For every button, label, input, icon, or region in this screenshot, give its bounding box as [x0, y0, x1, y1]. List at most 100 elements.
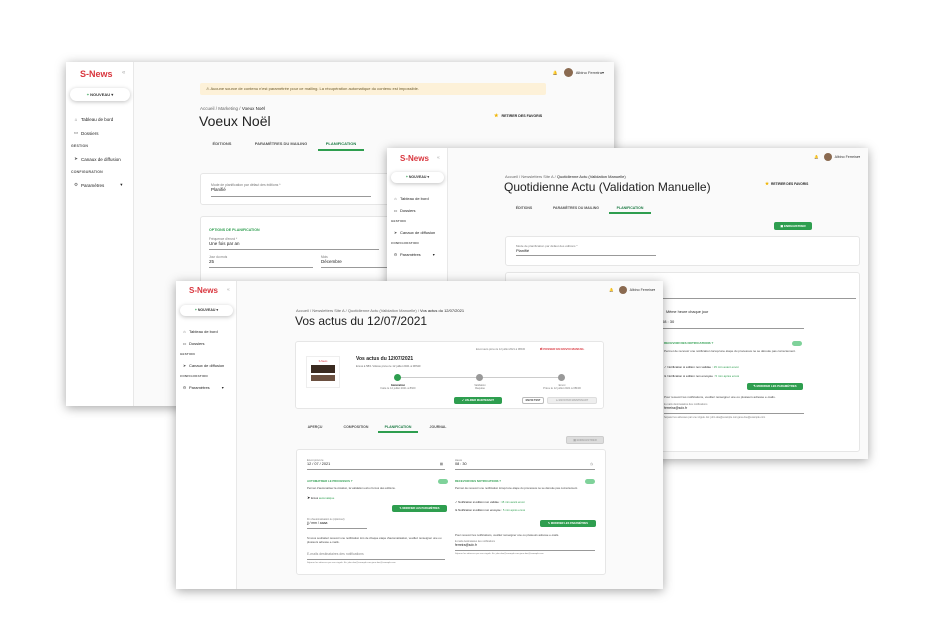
plus-icon: +: [86, 92, 90, 97]
tab-planning[interactable]: PLANIFICATION: [378, 421, 418, 433]
new-button[interactable]: + NOUVEAU ▾: [180, 305, 233, 316]
tabs: APERÇU COMPOSITION PLANIFICATION JOURNAL: [296, 421, 458, 433]
sidebar-item-channels[interactable]: ➤ Canaux de diffusion: [66, 152, 133, 166]
breadcrumb: Accueil / Marketing / Voeux Noël: [200, 106, 265, 111]
modify-settings-button[interactable]: ✎ MODIFIER LES PARAMÈTRES: [747, 383, 803, 390]
notif-row-not-validated: ✓ Notification si édition non validée : …: [664, 365, 739, 369]
section-gestion: GESTION: [391, 219, 406, 223]
send-now-button[interactable]: ➤ ENVOYER MAINTENANT: [547, 397, 597, 404]
collapse-icon[interactable]: «: [227, 287, 230, 293]
frequency-select[interactable]: Fréquence d'envoi * Une fois par an: [209, 237, 379, 250]
user-name[interactable]: Albino Ferreira: [630, 288, 654, 292]
sidebar-item-dashboard[interactable]: ⌂ Tableau de bord: [387, 192, 447, 204]
hour-input[interactable]: Heure 08 : 30 ◷: [455, 459, 595, 470]
plus-icon: +: [405, 175, 408, 179]
planning-mode-select[interactable]: Mode de planification par défaut des édi…: [516, 244, 656, 256]
section-config: CONFIGURATION: [391, 241, 419, 245]
plus-icon: +: [194, 308, 197, 312]
notif-row-not-sent: ➤ Notification si édition non envoyée : …: [664, 374, 740, 378]
time-input[interactable]: 08 : 30: [662, 319, 804, 329]
email-input[interactable]: E-mails destinataires des notifications …: [664, 403, 804, 414]
planning-mode-select[interactable]: Mode de planification par défaut des édi…: [211, 183, 371, 197]
planning-options-card: OPTIONS DE PLANIFICATION Fréquence d'env…: [200, 216, 400, 286]
sidebar-item-folders[interactable]: ▭ Dossiers: [66, 126, 133, 140]
section-config: CONFIGURATION: [180, 374, 208, 378]
sidebar-item-settings[interactable]: ⚙ Paramètres ▾: [387, 248, 447, 260]
logo: S-News: [400, 154, 429, 163]
user-name[interactable]: Albino Ferreira: [576, 70, 602, 75]
step-generation-check-icon: [394, 374, 401, 381]
validate-now-button[interactable]: ✔ VALIDER MAINTENANT: [454, 397, 502, 404]
collapse-icon[interactable]: «: [437, 155, 440, 161]
date-input[interactable]: Envoi prévu le 12 / 07 / 2021 ▦: [307, 459, 445, 470]
notifications-desc: Permet de recevoir une notification lors…: [664, 349, 796, 353]
tab-planning[interactable]: PLANIFICATION: [609, 202, 651, 214]
notif-row-not-validated: ✓ Notification si édition non validée : …: [455, 500, 525, 504]
tab-editions[interactable]: ÉDITIONS: [505, 202, 543, 214]
folder-icon: ▭: [393, 207, 398, 213]
send-icon: ➤: [74, 156, 78, 161]
sidebar-item-channels[interactable]: ➤ Canaux de diffusion: [387, 226, 447, 238]
new-button[interactable]: + NOUVEAU ▾: [391, 172, 444, 183]
notifications-title: RECEVOIR DES NOTIFICATIONS ?: [455, 479, 501, 483]
sidebar-item-dashboard[interactable]: ⌂ Tableau de bord: [66, 112, 133, 126]
notif-email-help: Séparer les adresses par une virgule. Ex…: [455, 553, 544, 555]
edition-thumbnail[interactable]: S-News: [306, 356, 340, 388]
notif-email-input[interactable]: E-mails destinataires des notifications …: [455, 540, 595, 551]
test-send-button[interactable]: ENVOI TEST: [522, 397, 544, 404]
sidebar-item-folders[interactable]: ▭ Dossiers: [387, 204, 447, 216]
modify-automation-button[interactable]: ✎ MODIFIER LES PARAMÈTRES: [392, 505, 447, 512]
step-validation-icon: [476, 374, 483, 381]
favorite-toggle[interactable]: ★ RETIRER DES FAVORIS: [494, 113, 542, 119]
day-select[interactable]: Jour du mois 25: [209, 255, 313, 268]
avatar[interactable]: [618, 286, 627, 294]
bell-icon[interactable]: 🔔: [814, 155, 818, 159]
deadline-text: Si vous souhaitez recevoir une notificat…: [307, 536, 442, 544]
month-select[interactable]: Mois Décembre: [321, 255, 397, 268]
modify-notifications-button[interactable]: ✎ MODIFIER LES PARAMÈTRES: [540, 520, 596, 527]
notifications-toggle[interactable]: [585, 479, 595, 484]
tab-mailing-settings[interactable]: PARAMÈTRES DU MAILING: [244, 137, 318, 151]
notifications-toggle[interactable]: [792, 341, 802, 346]
same-hour-option[interactable]: Même heure chaque jour: [666, 310, 708, 314]
sidebar-item-channels[interactable]: ➤ Canaux de diffusion: [176, 359, 236, 371]
sidebar-item-settings[interactable]: ⚙ Paramètres ▾: [176, 381, 236, 393]
pass-manual-link[interactable]: ⇄ PASSER EN ENVOI MANUEL: [540, 347, 584, 351]
deadline-input[interactable]: Fin d'automatisation le (optionnel) jj /…: [307, 518, 367, 529]
edition-title: Vos actus du 12/07/2021: [356, 356, 414, 362]
logo: S-News: [189, 286, 218, 295]
bell-icon[interactable]: 🔔: [553, 70, 558, 75]
star-icon: ★: [494, 113, 499, 119]
save-button[interactable]: ▣ ENREGISTRER: [566, 436, 604, 444]
avatar[interactable]: [823, 153, 832, 161]
sidebar-item-settings[interactable]: ⚙ Paramètres ▾: [66, 178, 133, 192]
new-button[interactable]: + NOUVEAU ▾: [70, 88, 130, 101]
calendar-icon[interactable]: ▦: [440, 462, 443, 466]
send-icon: ➤: [182, 362, 187, 368]
home-icon: ⌂: [74, 116, 78, 122]
bell-icon[interactable]: 🔔: [609, 288, 613, 292]
save-button[interactable]: ▣ ENREGISTRER: [774, 222, 812, 230]
logo: S-News: [80, 69, 113, 79]
send-icon: ➤: [455, 508, 458, 512]
favorite-toggle[interactable]: ★ RETIRER DES FAVORIS: [765, 181, 808, 187]
hidden-select[interactable]: [656, 291, 856, 299]
home-icon: ⌂: [394, 195, 397, 201]
window-vos-actus: S-News « + NOUVEAU ▾ ⌂ Tableau de bord ▭ D…: [176, 281, 663, 589]
notifications-desc: Permet de recevoir une notification lors…: [455, 486, 578, 490]
clock-icon[interactable]: ◷: [590, 462, 593, 466]
tab-preview[interactable]: APERÇU: [296, 421, 334, 433]
sidebar-item-folders[interactable]: ▭ Dossiers: [176, 337, 236, 349]
tab-editions[interactable]: ÉDITIONS: [200, 137, 244, 151]
user-name[interactable]: Albino Ferreira: [835, 155, 859, 159]
collapse-icon[interactable]: «: [122, 70, 125, 76]
sidebar-item-dashboard[interactable]: ⌂ Tableau de bord: [176, 325, 236, 337]
avatar[interactable]: [563, 68, 573, 77]
step-send-icon: [558, 374, 565, 381]
tab-journal[interactable]: JOURNAL: [418, 421, 458, 433]
tab-composition[interactable]: COMPOSITION: [334, 421, 378, 433]
tab-mailing-settings[interactable]: PARAMÈTRES DU MAILING: [543, 202, 609, 214]
automation-email-input[interactable]: E-mails destinataires des notifications: [307, 550, 445, 560]
automation-toggle[interactable]: [438, 479, 448, 484]
tab-planning[interactable]: PLANIFICATION: [318, 137, 364, 151]
